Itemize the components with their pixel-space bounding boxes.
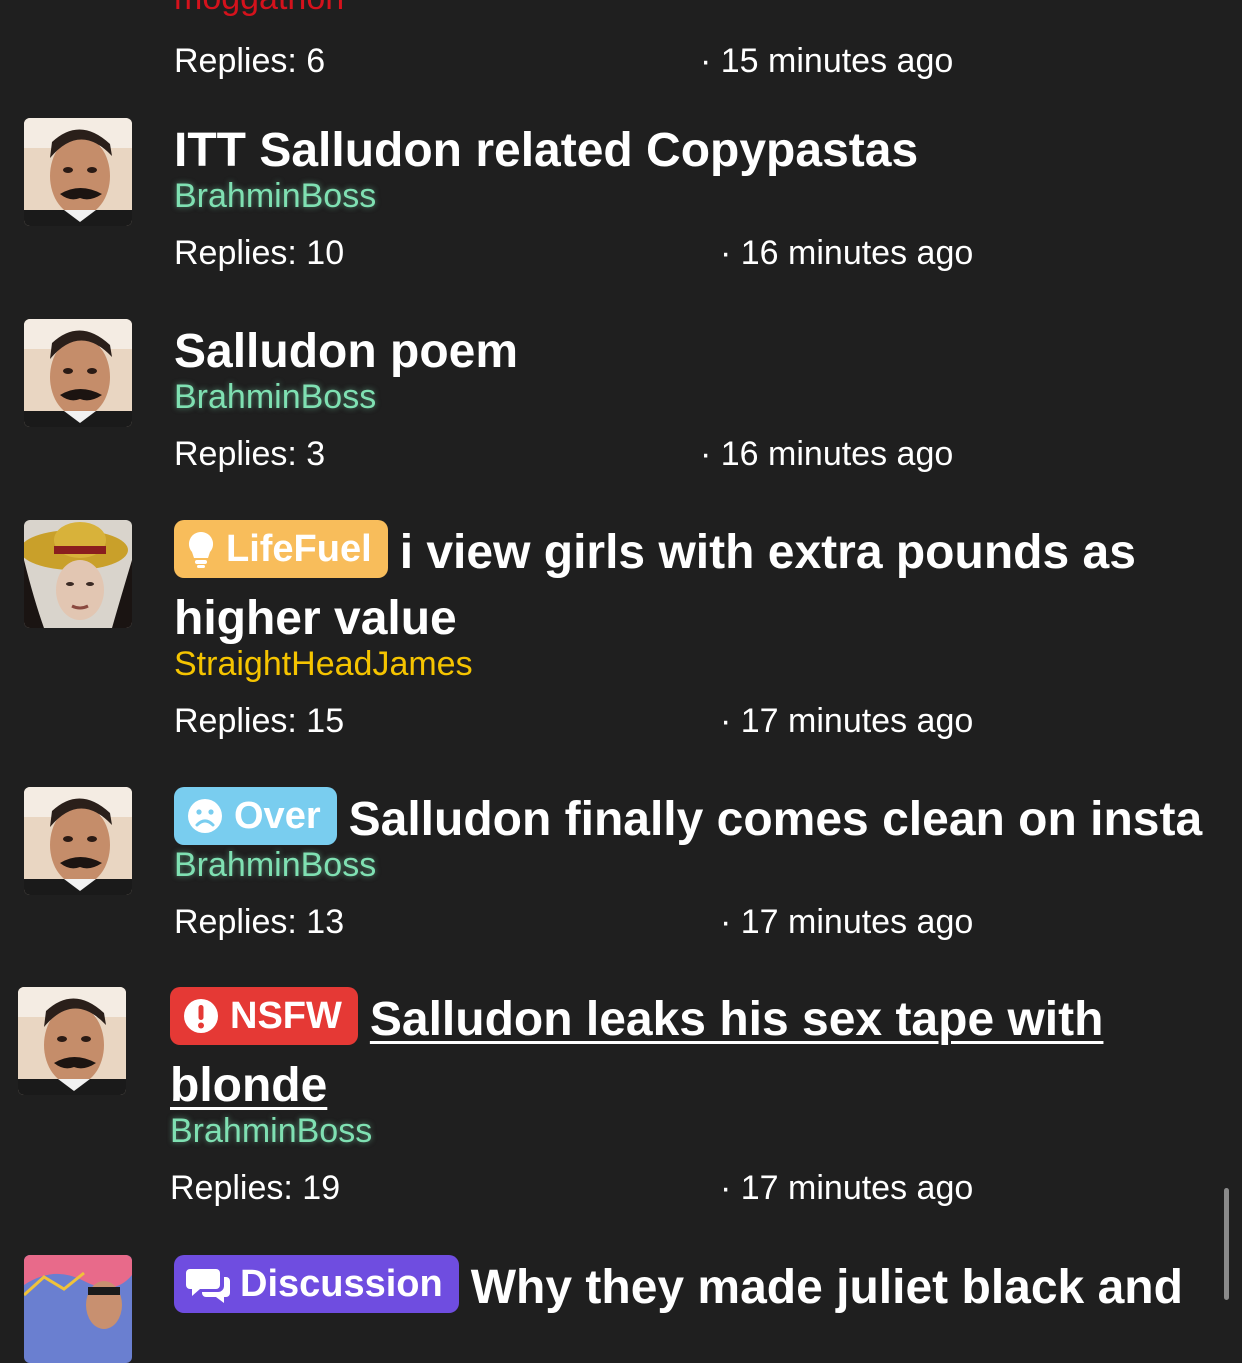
avatar[interactable] (24, 520, 132, 628)
thread-author[interactable]: BrahminBoss (170, 1111, 1222, 1151)
flair-badge-nsfw[interactable]: NSFW (170, 987, 358, 1046)
thread-title[interactable]: ITT Salludon related Copypastas (174, 118, 1222, 184)
thread-feed: moggathon Replies: 6 · 15 minutes ago I (0, 0, 1242, 1363)
lightbulb-icon (186, 530, 216, 569)
flair-badge-lifefuel[interactable]: LifeFuel (174, 520, 388, 579)
thread-meta: Replies: 19 · 17 minutes ago (170, 1165, 1222, 1211)
reply-count: Replies: 3 (174, 435, 326, 473)
thread-meta: Replies: 10 · 16 minutes ago (174, 230, 1222, 276)
avatar[interactable] (24, 787, 132, 895)
avatar[interactable] (24, 1255, 132, 1363)
reply-count: Replies: 10 (174, 234, 345, 272)
thread-title[interactable]: LifeFuel i view girls with extra pounds … (174, 520, 1222, 652)
reply-count: Replies: 15 (174, 702, 345, 740)
sad-face-icon (186, 797, 224, 835)
flair-label: Discussion (240, 1263, 443, 1306)
reply-count: Replies: 6 (174, 42, 326, 80)
thread-title[interactable]: Over Salludon finally comes clean on ins… (174, 787, 1222, 853)
thread-timestamp: · 17 minutes ago (720, 903, 974, 941)
thread-timestamp: · 16 minutes ago (700, 435, 954, 473)
thread-meta: Replies: 3 · 16 minutes ago (174, 431, 1222, 477)
thread-title-text[interactable]: Why they made juliet black and (471, 1261, 1183, 1314)
avatar[interactable] (18, 987, 126, 1095)
thread-timestamp: · 17 minutes ago (720, 702, 974, 740)
thread-author[interactable]: moggathon (174, 0, 1222, 18)
avatar[interactable] (24, 118, 132, 226)
reply-count: Replies: 19 (170, 1169, 341, 1207)
thread-title[interactable]: Discussion Why they made juliet black an… (174, 1255, 1222, 1321)
thread-meta: Replies: 15 · 17 minutes ago (174, 698, 1222, 744)
reply-count: Replies: 13 (174, 903, 345, 941)
flair-badge-over[interactable]: Over (174, 787, 337, 846)
exclamation-icon (182, 997, 220, 1035)
flair-label: NSFW (230, 995, 342, 1038)
thread-title[interactable]: Salludon poem (174, 319, 1222, 385)
flair-label: LifeFuel (226, 528, 372, 571)
thread-meta: Replies: 6 · 15 minutes ago (174, 38, 1222, 84)
thread-meta: Replies: 13 · 17 minutes ago (174, 899, 1222, 945)
scrollbar[interactable] (1224, 1188, 1229, 1300)
thread-author[interactable]: BrahminBoss (174, 377, 1222, 417)
avatar[interactable] (24, 319, 132, 427)
thread-timestamp: · 15 minutes ago (700, 42, 954, 80)
thread-timestamp: · 16 minutes ago (720, 234, 974, 272)
thread-author[interactable]: StraightHeadJames (174, 644, 1222, 684)
flair-label: Over (234, 795, 321, 838)
thread-timestamp: · 17 minutes ago (720, 1169, 974, 1207)
chat-bubbles-icon (186, 1265, 230, 1304)
flair-badge-discussion[interactable]: Discussion (174, 1255, 459, 1314)
thread-title-text[interactable]: Salludon finally comes clean on insta (349, 793, 1203, 846)
thread-title[interactable]: NSFW Salludon leaks his sex tape with bl… (170, 987, 1222, 1119)
